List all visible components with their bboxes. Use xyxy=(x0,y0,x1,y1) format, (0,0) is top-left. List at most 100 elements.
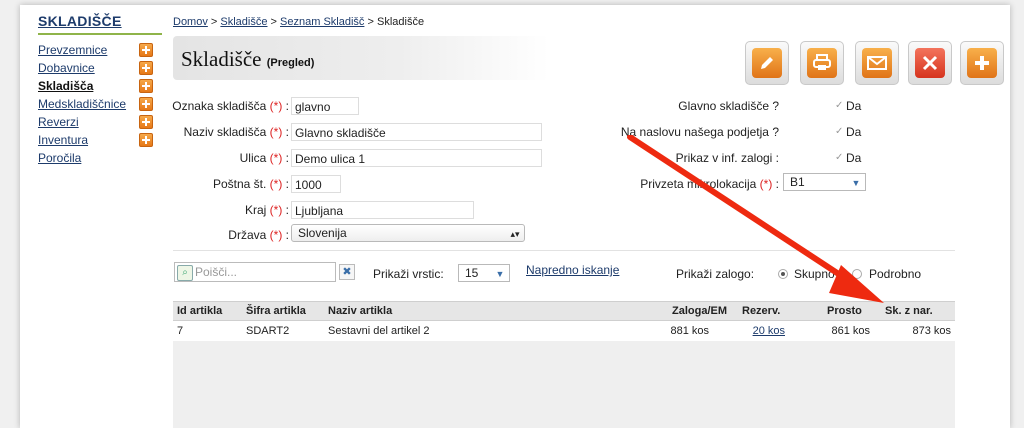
select-updown-icon: ▴▾ xyxy=(510,229,520,239)
delete-button[interactable] xyxy=(908,41,952,85)
breadcrumb-skladisce[interactable]: Skladišče xyxy=(220,16,267,28)
add-button[interactable] xyxy=(960,41,1004,85)
prikaz-label: Prikaz v inf. zalogi : xyxy=(675,151,779,165)
sidebar-item-label[interactable]: Medskladiščnice xyxy=(38,97,126,111)
sidebar-item-label[interactable]: Reverzi xyxy=(38,115,79,129)
breadcrumb-seznam-skladisc[interactable]: Seznam Skladišč xyxy=(280,16,364,28)
sidebar-item-skladisca[interactable]: Skladišča xyxy=(38,79,93,94)
table-empty-area xyxy=(173,341,955,428)
add-dobavnica-plus-icon[interactable] xyxy=(139,61,153,75)
rows-label: Prikaži vrstic: xyxy=(373,267,444,281)
ulica-field[interactable]: Demo ulica 1 xyxy=(291,149,542,167)
col-id[interactable]: Id artikla xyxy=(177,305,222,317)
sidebar-item-label[interactable]: Skladišča xyxy=(38,79,93,93)
cell-rezerv-link[interactable]: 20 kos xyxy=(753,325,785,337)
clear-search-icon[interactable]: ✖ xyxy=(339,264,355,280)
cell-sifra: SDART2 xyxy=(246,325,290,337)
table-row[interactable]: 7 SDART2 Sestavni del artikel 2 881 kos … xyxy=(173,321,955,341)
glavno-checkbox[interactable]: ✓ xyxy=(835,101,844,111)
drzava-select[interactable]: Slovenija ▴▾ xyxy=(291,224,525,242)
col-zaloga[interactable]: Zaloga/EM xyxy=(672,305,727,317)
rows-select[interactable]: 15 ▼ xyxy=(458,264,510,282)
page: SKLADIŠČE Prevzemnice Dobavnice Skladišč… xyxy=(20,5,1010,428)
kraj-label: Kraj (*) : xyxy=(244,203,289,217)
print-button[interactable] xyxy=(800,41,844,85)
edit-button[interactable] xyxy=(745,41,789,85)
sidebar-item-label[interactable]: Dobavnice xyxy=(38,61,95,75)
prikaz-checkbox[interactable]: ✓ xyxy=(835,153,844,163)
drzava-label: Država (*) : xyxy=(228,228,289,242)
col-sifra[interactable]: Šifra artikla xyxy=(246,305,306,317)
search-icon: ⌕ xyxy=(177,265,193,281)
sidebar-item-label[interactable]: Inventura xyxy=(38,133,88,147)
drzava-label-text: Država xyxy=(228,228,267,242)
sidebar-title[interactable]: SKLADIŠČE xyxy=(38,13,122,29)
required-mark: (*) xyxy=(269,177,283,191)
add-inventura-plus-icon[interactable] xyxy=(139,133,153,147)
postna-label-text: Poštna št. xyxy=(212,177,267,191)
col-prosto[interactable]: Prosto xyxy=(827,305,862,317)
naslov-checkbox[interactable]: ✓ xyxy=(835,127,844,137)
radio-skupno-label[interactable]: Skupno xyxy=(794,267,835,281)
sidebar-item-medskladiscnice[interactable]: Medskladiščnice xyxy=(38,97,126,112)
naziv-label-text: Naziv skladišča xyxy=(183,125,267,139)
stock-label: Prikaži zalogo: xyxy=(676,267,755,281)
add-prevzemnica-plus-icon[interactable] xyxy=(139,43,153,57)
prikaz-value: Da xyxy=(846,151,862,165)
add-skladisce-plus-icon[interactable] xyxy=(139,79,153,93)
glavno-label: Glavno skladišče ? xyxy=(678,99,779,113)
oznaka-label: Oznaka skladišča (*) : xyxy=(172,99,289,113)
required-mark: (*) xyxy=(269,151,283,165)
sidebar-item-dobavnice[interactable]: Dobavnice xyxy=(38,61,95,76)
page-title-text: Skladišče xyxy=(181,47,262,71)
divider xyxy=(173,250,955,251)
col-sk-z-nar[interactable]: Sk. z nar. xyxy=(885,305,933,317)
plus-icon xyxy=(967,48,997,78)
ulica-label: Ulica (*) : xyxy=(239,151,289,165)
pencil-icon xyxy=(752,48,782,78)
kraj-label-text: Kraj xyxy=(244,203,267,217)
mikrolokacija-label: Privzeta mikrolokacija (*) : xyxy=(640,177,779,191)
sidebar-item-inventura[interactable]: Inventura xyxy=(38,133,88,148)
add-medskladiscnica-plus-icon[interactable] xyxy=(139,97,153,111)
cell-id: 7 xyxy=(177,325,184,337)
sidebar-divider xyxy=(38,33,162,35)
cell-sk-z-nar: 873 kos xyxy=(912,325,951,337)
sidebar-item-label[interactable]: Poročila xyxy=(38,151,81,165)
breadcrumb-domov[interactable]: Domov xyxy=(173,16,208,28)
col-naziv[interactable]: Naziv artikla xyxy=(328,305,392,317)
required-mark: (*) xyxy=(269,125,283,139)
naslov-value: Da xyxy=(846,125,862,139)
kraj-field[interactable]: Ljubljana xyxy=(291,201,474,219)
required-mark: (*) xyxy=(269,203,283,217)
sidebar-item-reverzi[interactable]: Reverzi xyxy=(38,115,79,130)
printer-icon xyxy=(807,48,837,78)
naziv-field[interactable]: Glavno skladišče xyxy=(291,123,542,141)
chevron-down-icon: ▼ xyxy=(851,178,861,188)
radio-podrobno[interactable] xyxy=(852,269,862,279)
rows-select-value: 15 xyxy=(465,266,479,280)
oznaka-field[interactable]: glavno xyxy=(291,97,359,115)
advanced-search-link[interactable]: Napredno iskanje xyxy=(526,263,619,277)
drzava-select-value: Slovenija xyxy=(298,226,347,240)
sidebar-item-porocila[interactable]: Poročila xyxy=(38,151,81,166)
breadcrumb-separator: > xyxy=(210,16,218,28)
radio-skupno[interactable] xyxy=(778,269,788,279)
radio-podrobno-label[interactable]: Podrobno xyxy=(869,267,921,281)
mikrolokacija-label-text: Privzeta mikrolokacija xyxy=(640,177,757,191)
envelope-icon xyxy=(862,48,892,78)
sidebar-item-prevzemnice[interactable]: Prevzemnice xyxy=(38,43,107,58)
sidebar-item-label[interactable]: Prevzemnice xyxy=(38,43,107,57)
postna-label: Poštna št. (*) : xyxy=(212,177,289,191)
cell-zaloga: 881 kos xyxy=(670,325,709,337)
email-button[interactable] xyxy=(855,41,899,85)
add-reverz-plus-icon[interactable] xyxy=(139,115,153,129)
cell-prosto: 861 kos xyxy=(831,325,870,337)
search-input[interactable]: ⌕ Poišči... xyxy=(174,262,336,282)
postna-field[interactable]: 1000 xyxy=(291,175,341,193)
naziv-label: Naziv skladišča (*) : xyxy=(183,125,289,139)
col-rezerv[interactable]: Rezerv. xyxy=(742,305,780,317)
page-subtitle: (Pregled) xyxy=(266,57,315,69)
mikrolokacija-select[interactable]: B1 ▼ xyxy=(783,173,866,191)
ulica-label-text: Ulica xyxy=(239,151,267,165)
